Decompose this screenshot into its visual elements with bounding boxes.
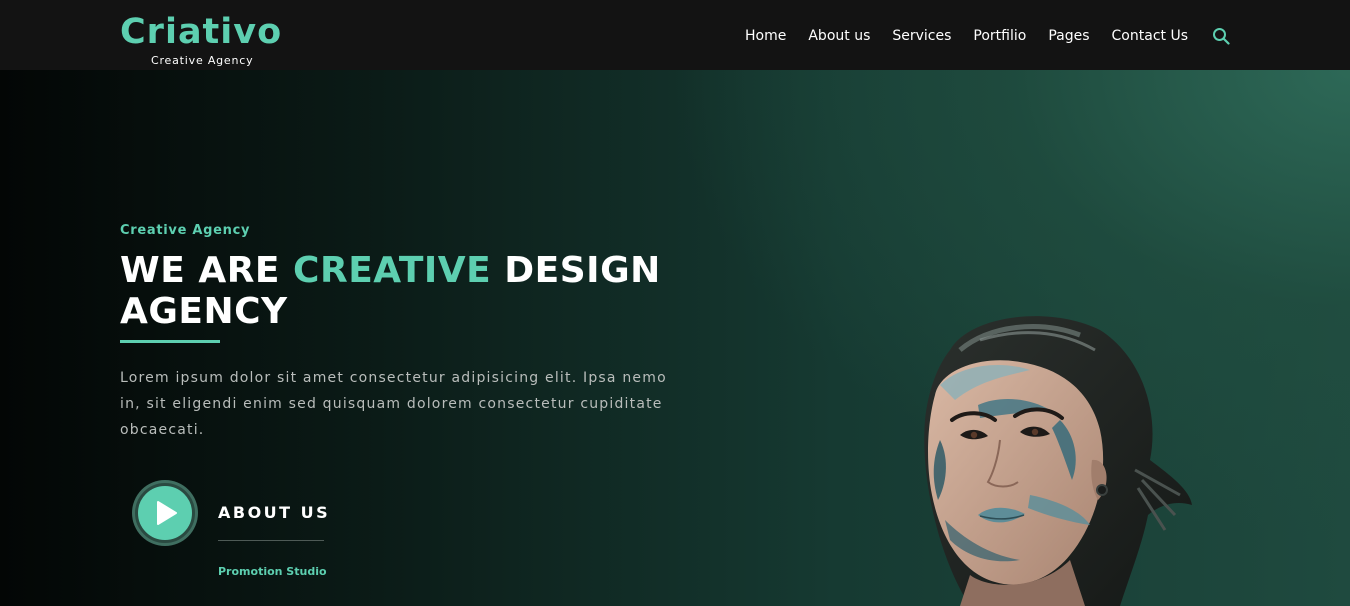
hero-description: Lorem ipsum dolor sit amet consectetur a… xyxy=(120,370,667,438)
hero-eyebrow: Creative Agency xyxy=(120,223,251,238)
headline-text-start: WE ARE xyxy=(120,250,294,291)
nav-home[interactable]: Home xyxy=(745,24,786,48)
page: Criativo Creative Agency Home About us S… xyxy=(0,0,1350,606)
play-video-button[interactable] xyxy=(132,480,198,546)
logo-title: Criativo xyxy=(120,12,283,52)
headline-underline xyxy=(120,340,220,343)
logo-subtitle: Creative Agency xyxy=(151,54,254,67)
search-icon[interactable] xyxy=(1212,27,1230,45)
hero-section: Creative Agency WE ARE CREATIVE DESIGN A… xyxy=(0,70,1350,606)
play-icon xyxy=(157,501,177,525)
about-divider xyxy=(218,540,324,541)
headline-accent: CREATIVE xyxy=(293,250,492,291)
promotion-studio-caption: Promotion Studio xyxy=(218,565,327,578)
nav-contact-us[interactable]: Contact Us xyxy=(1112,24,1188,48)
site-header: Criativo Creative Agency Home About us S… xyxy=(0,0,1350,70)
nav-pages[interactable]: Pages xyxy=(1048,24,1089,48)
about-us-link[interactable]: ABOUT US xyxy=(218,503,330,523)
hero-headline: WE ARE CREATIVE DESIGN AGENCY xyxy=(120,250,760,332)
nav-about-us[interactable]: About us xyxy=(808,24,870,48)
hero-model-image xyxy=(924,316,1192,606)
nav-portfolio[interactable]: Portfilio xyxy=(973,24,1026,48)
main-nav: Home About us Services Portfilio Pages C… xyxy=(745,24,1230,48)
nav-services[interactable]: Services xyxy=(892,24,951,48)
logo[interactable]: Criativo Creative Agency xyxy=(120,10,290,68)
